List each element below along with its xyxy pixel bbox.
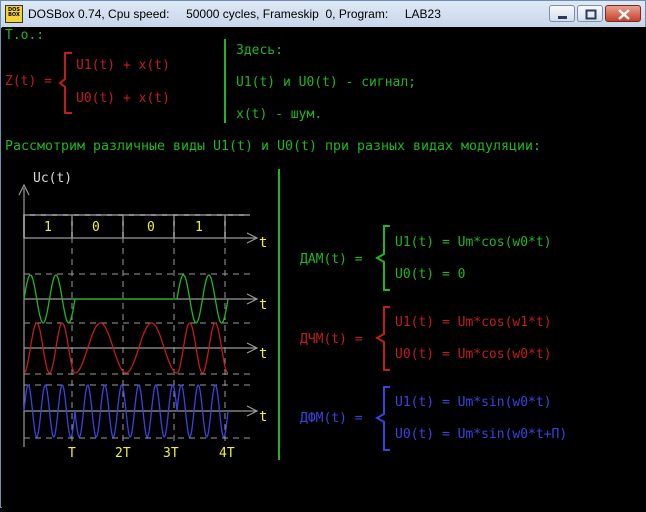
- y-axis-label: Uc(t): [33, 171, 72, 186]
- z-case-1: U1(t) + x(t): [76, 58, 170, 73]
- dchm-u0: U0(t) = Um*cos(w0*t): [395, 347, 552, 362]
- t-label-dchm: t: [259, 346, 267, 362]
- dchm-brace: [374, 306, 390, 371]
- note-line-2: x(t) - шум.: [236, 107, 322, 122]
- bit-pulse-top: [23, 214, 250, 238]
- dam-label: ДАМ(t) =: [300, 252, 363, 267]
- app-icon-label: DOS BOX: [7, 7, 20, 18]
- z-label: Z(t) =: [5, 74, 52, 89]
- dos-screen-canvas: Т.о.: Z(t) = U1(t) + x(t) U0(t) + x(t) З…: [5, 28, 567, 461]
- close-icon: [618, 9, 630, 20]
- dosbox-window: DOS BOX DOSBox 0.74, Cpu speed: 50000 cy…: [0, 0, 646, 508]
- title-bar[interactable]: DOS BOX DOSBox 0.74, Cpu speed: 50000 cy…: [1, 1, 645, 28]
- z-brace: [58, 52, 72, 114]
- plot-axes: [18, 183, 259, 447]
- maximize-icon: [585, 9, 597, 20]
- dchm-u1: U1(t) = Um*cos(w1*t): [395, 315, 552, 330]
- t-label-bits: t: [259, 235, 267, 251]
- dam-u0: U0(t) = 0: [395, 267, 465, 282]
- note-line-1: U1(t) и U0(t) - сигнал;: [236, 75, 416, 90]
- close-button[interactable]: [605, 5, 641, 22]
- dos-screen[interactable]: Т.о.: Z(t) = U1(t) + x(t) U0(t) + x(t) З…: [2, 27, 646, 508]
- t-label-dam: t: [259, 297, 267, 313]
- dam-brace: [374, 225, 390, 291]
- period-label-4T: 4T: [219, 446, 235, 461]
- dosbox-app-icon[interactable]: DOS BOX: [5, 5, 23, 23]
- dchm-label: ДЧМ(t) =: [300, 332, 363, 347]
- minimize-icon: [558, 16, 567, 19]
- window-title: DOSBox 0.74, Cpu speed: 50000 cycles, Fr…: [28, 7, 441, 21]
- dfm-u0: U0(t) = Um*sin(w0*t+П): [395, 427, 567, 442]
- section-heading: Рассмотрим различные виды U1(t) и U0(t) …: [5, 139, 541, 154]
- dfm-label: ДФМ(t) =: [300, 411, 363, 426]
- z-case-2: U0(t) + x(t): [76, 91, 170, 106]
- maximize-button[interactable]: [577, 5, 603, 22]
- bit-label-3: 0: [147, 220, 155, 235]
- period-label-2T: 2T: [115, 446, 131, 461]
- intro-label: Т.о.:: [5, 28, 44, 43]
- period-label-T: T: [68, 446, 76, 461]
- dfm-u1: U1(t) = Um*sin(w0*t): [395, 395, 552, 410]
- dam-u1: U1(t) = Um*cos(w0*t): [395, 235, 552, 250]
- bit-label-2: 0: [92, 220, 100, 235]
- t-label-dfm: t: [259, 409, 267, 425]
- dfm-brace: [374, 386, 390, 451]
- note-title: Здесь:: [236, 43, 283, 58]
- bit-label-4: 1: [195, 220, 203, 235]
- minimize-button[interactable]: [549, 5, 575, 22]
- period-label-3T: 3T: [163, 446, 179, 461]
- bit-label-1: 1: [44, 220, 52, 235]
